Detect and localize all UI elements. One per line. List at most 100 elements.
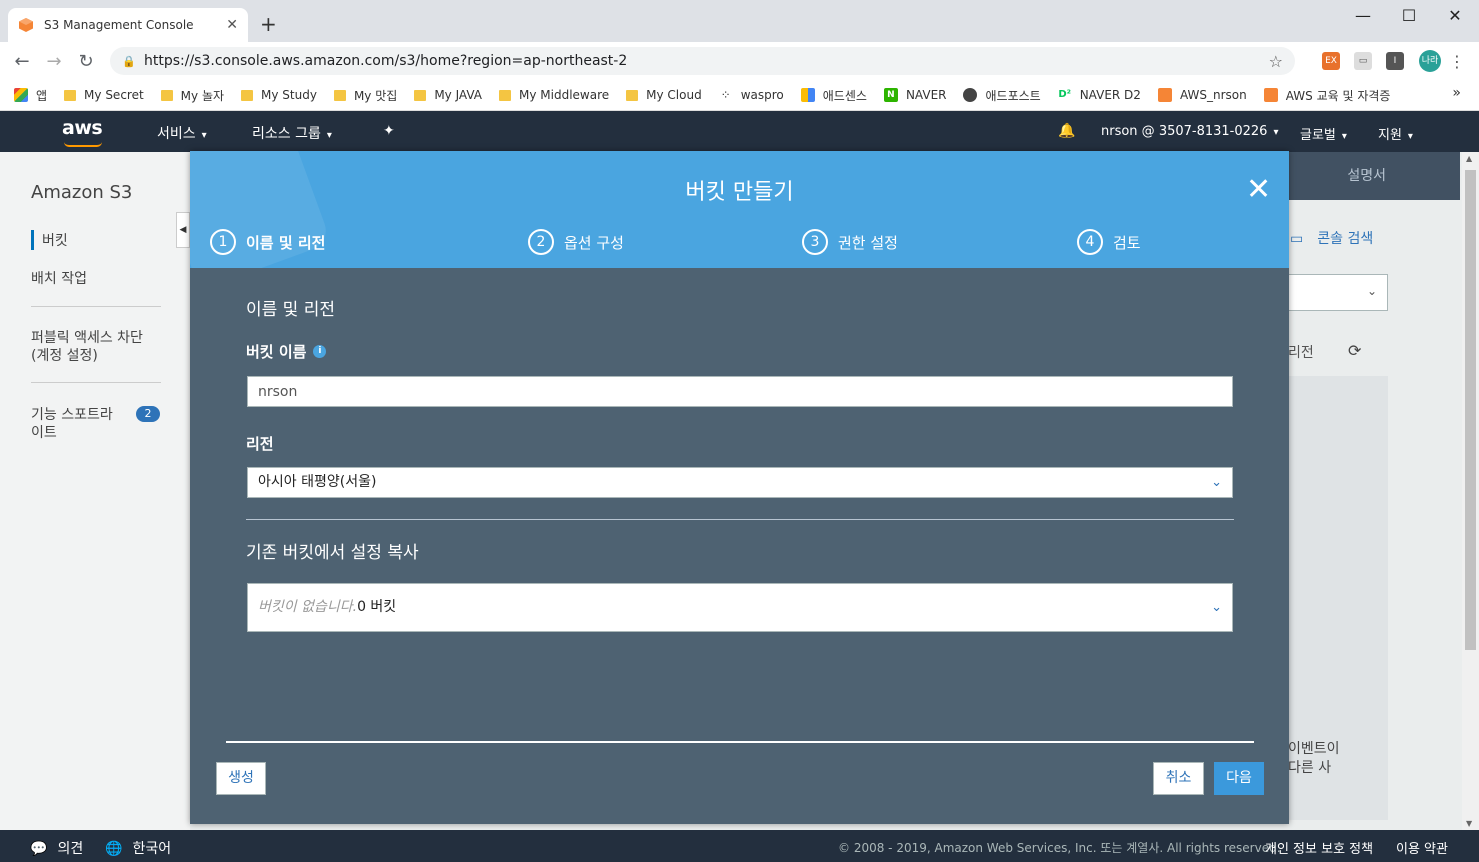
bookmark-adpost[interactable]: 애드포스트: [963, 87, 1041, 104]
bookmark-folder[interactable]: My Study: [241, 88, 317, 102]
account-label: nrson @ 3507-8131-0226: [1101, 124, 1268, 139]
extension-i-icon[interactable]: I: [1386, 52, 1404, 70]
aws-logo[interactable]: aws: [62, 117, 103, 147]
bookmark-star-icon[interactable]: ☆: [1269, 52, 1283, 71]
bookmark-folder[interactable]: My Middleware: [499, 88, 609, 102]
sidebar: Amazon S3 버킷 배치 작업 퍼블릭 액세스 차단 (계정 설정) 기능…: [0, 152, 190, 830]
bookmark-naver-d2[interactable]: D² NAVER D2: [1057, 88, 1141, 102]
bookmark-label: My 놀자: [180, 88, 225, 103]
cancel-button[interactable]: 취소: [1153, 762, 1204, 795]
bookmarks-overflow-icon[interactable]: »: [1452, 85, 1461, 101]
address-bar[interactable]: 🔒 https://s3.console.aws.amazon.com/s3/h…: [110, 47, 1295, 75]
reload-icon[interactable]: ↻: [70, 51, 102, 72]
refresh-icon[interactable]: ⟳: [1348, 341, 1361, 360]
resource-groups-menu[interactable]: 리소스 그룹 ▾: [252, 123, 332, 143]
aws-cube-icon: [1263, 88, 1278, 102]
region-label: 리전: [246, 435, 274, 453]
menu-kebab-icon[interactable]: ⋮: [1449, 52, 1465, 71]
sidebar-item-public-access-sub[interactable]: (계정 설정): [31, 345, 98, 365]
bookmark-aws-nrson[interactable]: AWS_nrson: [1157, 88, 1247, 102]
chevron-down-icon: ⌄: [1211, 600, 1222, 615]
extension-ex-icon[interactable]: EX: [1322, 52, 1340, 70]
feedback-link[interactable]: 💬 의견: [30, 838, 83, 858]
region-select[interactable]: 아시아 태평양(서울) ⌄: [247, 467, 1233, 498]
chevron-down-icon: ▾: [201, 130, 207, 141]
feedback-label: 의견: [57, 841, 84, 857]
scroll-down-icon[interactable]: ▼: [1466, 819, 1472, 828]
step-3[interactable]: 3 권한 설정: [802, 229, 898, 255]
account-menu[interactable]: nrson @ 3507-8131-0226 ▾: [1101, 124, 1278, 139]
sidebar-item-public-access[interactable]: 퍼블릭 액세스 차단: [31, 327, 143, 347]
sidebar-item-spotlight[interactable]: 기능 스포트라: [31, 404, 113, 424]
bookmarks-bar: 앱 My Secret My 놀자 My Study My 맛집 My JAVA…: [0, 80, 1479, 111]
aws-cube-icon: [1157, 88, 1172, 102]
copy-bucket-select[interactable]: 버킷이 없습니다.0 버킷 ⌄: [247, 583, 1233, 632]
background-text: 다른 사: [1288, 760, 1332, 776]
aws-logo-text: aws: [62, 117, 103, 139]
profile-avatar[interactable]: 나라: [1419, 50, 1441, 72]
bookmark-adsense[interactable]: 애드센스: [800, 87, 867, 104]
services-menu[interactable]: 서비스 ▾: [157, 123, 207, 143]
bookmark-folder[interactable]: My JAVA: [414, 88, 482, 102]
forward-icon[interactable]: →: [38, 51, 70, 72]
bell-icon[interactable]: 🔔: [1058, 123, 1075, 139]
bookmark-label: NAVER D2: [1079, 88, 1141, 102]
support-menu[interactable]: 지원 ▾: [1378, 124, 1413, 143]
close-icon[interactable]: ✕: [1246, 175, 1271, 205]
info-icon[interactable]: i: [313, 345, 327, 358]
sidebar-item-buckets[interactable]: 버킷: [31, 230, 68, 250]
close-window-icon[interactable]: ✕: [1432, 4, 1478, 28]
extension-screen-icon[interactable]: ▭: [1354, 52, 1372, 70]
language-selector[interactable]: 🌐 한국어: [105, 838, 171, 858]
pin-icon[interactable]: ✦: [383, 123, 395, 139]
scrollbar[interactable]: ▲ ▼: [1462, 152, 1479, 830]
scroll-up-icon[interactable]: ▲: [1466, 154, 1472, 163]
bookmark-folder[interactable]: My Cloud: [626, 88, 702, 102]
step-number: 3: [802, 229, 828, 255]
minimize-icon[interactable]: —: [1340, 4, 1386, 28]
tab-close-icon[interactable]: ✕: [226, 17, 238, 33]
chevron-down-icon: ▾: [1273, 127, 1279, 138]
console-search-link[interactable]: ▭ 콘솔 검색: [1290, 228, 1373, 248]
terms-link[interactable]: 이용 약관: [1396, 838, 1448, 857]
sidebar-item-spotlight-sub[interactable]: 이트: [31, 422, 57, 442]
maximize-icon[interactable]: ☐: [1386, 4, 1432, 28]
bucket-name-input[interactable]: [247, 376, 1233, 407]
new-tab-icon[interactable]: +: [260, 12, 277, 36]
step-label: 이름 및 리전: [246, 233, 326, 252]
create-button[interactable]: 생성: [216, 762, 266, 795]
monitor-icon: ▭: [1290, 231, 1304, 247]
bookmark-folder[interactable]: My 놀자: [160, 87, 225, 104]
privacy-link[interactable]: 개인 정보 보호 정책: [1265, 838, 1373, 857]
background-select[interactable]: ⌄: [1288, 274, 1388, 311]
chevron-down-icon: ▾: [1407, 131, 1413, 142]
bookmark-apps[interactable]: 앱: [14, 87, 47, 104]
chevron-down-icon: ▾: [326, 130, 332, 141]
naver-icon: N: [883, 88, 898, 102]
bookmark-waspro[interactable]: ⁘ waspro: [718, 88, 784, 102]
region-menu[interactable]: 글로벌 ▾: [1300, 124, 1347, 143]
step-4[interactable]: 4 검토: [1077, 229, 1141, 255]
bookmark-folder[interactable]: My 맛집: [333, 87, 397, 104]
bookmark-label: waspro: [740, 88, 784, 102]
bookmark-aws-training[interactable]: AWS 교육 및 자격증: [1263, 87, 1390, 104]
folder-icon: [499, 89, 512, 101]
folder-icon: [626, 89, 639, 101]
scrollbar-thumb[interactable]: [1465, 170, 1476, 650]
docs-tab[interactable]: 설명서: [1288, 152, 1460, 200]
window-controls: — ☐ ✕: [1340, 4, 1478, 28]
bookmark-label: 앱: [36, 88, 48, 103]
region-select-value: 아시아 태평양(서울): [258, 474, 377, 490]
browser-tab[interactable]: S3 Management Console ✕: [8, 8, 248, 42]
sidebar-item-batch[interactable]: 배치 작업: [31, 268, 87, 288]
bookmark-naver[interactable]: N NAVER: [883, 88, 946, 102]
bookmark-folder[interactable]: My Secret: [64, 88, 144, 102]
sidebar-collapse-button[interactable]: ◀: [176, 212, 190, 248]
spotlight-badge: 2: [136, 406, 160, 422]
back-icon[interactable]: ←: [6, 51, 38, 72]
next-button[interactable]: 다음: [1214, 762, 1264, 795]
step-2[interactable]: 2 옵션 구성: [528, 229, 624, 255]
modal-title: 버킷 만들기: [685, 180, 794, 205]
copy-bucket-count: 0 버킷: [357, 599, 397, 615]
step-1[interactable]: 1 이름 및 리전: [210, 229, 325, 255]
